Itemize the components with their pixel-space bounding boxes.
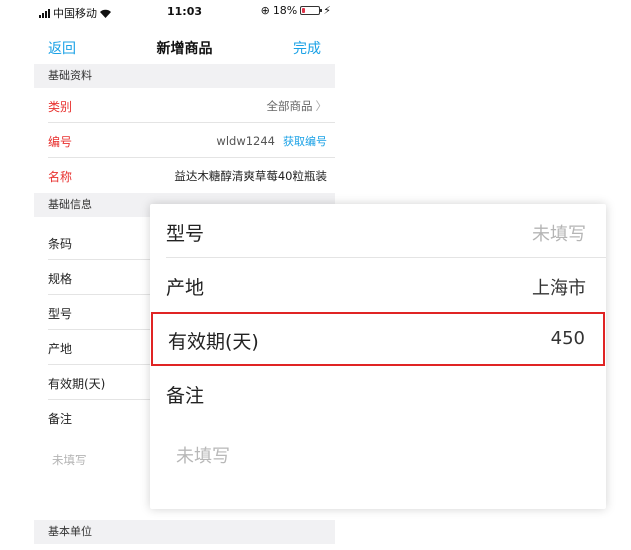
zoom-remark-row: 备注 <box>150 366 606 420</box>
model-label: 型号 <box>48 307 73 321</box>
zoom-model-label: 型号 <box>166 223 205 245</box>
shelf-life-label: 有效期(天) <box>48 377 106 391</box>
name-value[interactable]: 益达木糖醇清爽草莓40粒瓶装 <box>174 168 327 184</box>
zoom-remark-label: 备注 <box>166 385 205 407</box>
battery-icon <box>300 6 323 15</box>
status-right: ⊕ 18% ⚡ <box>261 4 331 17</box>
name-row[interactable]: 名称 益达木糖醇清爽草莓40粒瓶装 <box>48 158 335 193</box>
code-value[interactable]: wldw1244 <box>216 134 275 148</box>
alarm-icon: ⊕ <box>260 4 270 17</box>
zoom-origin-value[interactable]: 上海市 <box>532 274 586 300</box>
code-value-group: wldw1244 获取编号 <box>216 133 327 149</box>
zoom-origin-label: 产地 <box>166 277 205 299</box>
done-button[interactable]: 完成 <box>293 38 321 58</box>
get-code-button[interactable]: 获取编号 <box>283 135 327 148</box>
zoom-model-row[interactable]: 型号 未填写 <box>150 204 606 258</box>
category-value: 全部商品〉 <box>266 99 328 113</box>
nav-bar: 返回 新增商品 完成 <box>34 28 335 64</box>
remark-label: 备注 <box>48 412 73 426</box>
zoom-model-value[interactable]: 未填写 <box>532 220 586 246</box>
category-row[interactable]: 类别 全部商品〉 <box>48 88 335 123</box>
spec-label: 规格 <box>48 272 73 286</box>
code-row: 编号 wldw1244 获取编号 <box>48 123 335 158</box>
zoom-remark-textarea[interactable]: 未填写 <box>176 442 230 468</box>
zoom-callout-card: 型号 未填写 产地 上海市 有效期(天) 450 备注 未填写 <box>150 204 606 509</box>
zoom-origin-row[interactable]: 产地 上海市 <box>150 258 606 312</box>
charging-icon: ⚡ <box>323 4 331 17</box>
code-label: 编号 <box>48 135 73 149</box>
origin-label: 产地 <box>48 342 73 356</box>
category-label: 类别 <box>48 100 73 114</box>
section-header-basic-unit: 基本单位 <box>34 520 335 544</box>
chevron-right-icon: 〉 <box>315 99 328 113</box>
zoom-shelf-life-label: 有效期(天) <box>168 331 259 353</box>
zoom-shelf-life-row[interactable]: 有效期(天) 450 <box>151 312 605 366</box>
status-bar: 中国移动 11:03 ⊕ 18% ⚡ <box>34 0 335 22</box>
zoom-shelf-life-value[interactable]: 450 <box>551 328 585 349</box>
remark-textarea[interactable]: 未填写 <box>52 452 87 468</box>
barcode-label: 条码 <box>48 237 73 251</box>
page-title: 新增商品 <box>156 41 213 57</box>
name-label: 名称 <box>48 170 73 184</box>
battery-percent: 18% <box>272 4 298 17</box>
section-header-basic-data: 基础资料 <box>34 64 335 88</box>
